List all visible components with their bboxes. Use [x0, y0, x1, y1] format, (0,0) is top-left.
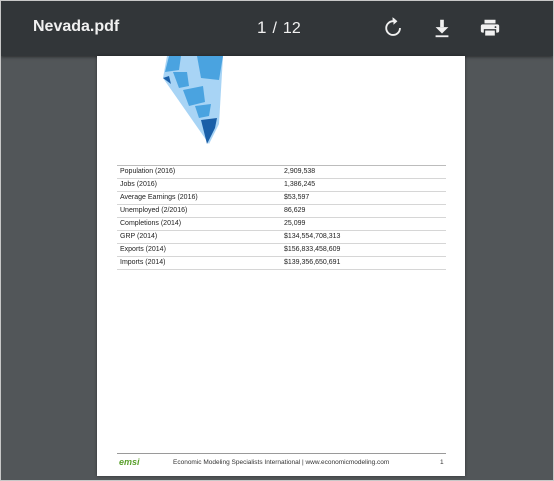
stat-value: 2,909,538	[284, 168, 316, 175]
stat-label: Completions (2014)	[120, 220, 182, 227]
stat-label: Imports (2014)	[120, 259, 166, 266]
footer-page-number: 1	[440, 459, 444, 466]
footer-divider	[117, 453, 446, 454]
stat-value: 25,099	[284, 220, 306, 227]
table-row: Completions (2014) 25,099	[117, 218, 446, 231]
print-button[interactable]	[479, 17, 501, 39]
page-indicator: 1 / 12	[257, 18, 301, 38]
rotate-button[interactable]	[382, 17, 404, 39]
stat-label: Average Earnings (2016)	[120, 194, 198, 201]
stat-value: $139,356,650,691	[284, 259, 341, 266]
rotate-icon	[385, 17, 401, 36]
stat-label: Population (2016)	[120, 168, 176, 175]
stat-value: $53,597	[284, 194, 310, 201]
current-page-number[interactable]: 1	[257, 18, 266, 37]
table-row: Imports (2014) $139,356,650,691	[117, 257, 446, 270]
stat-value: $156,833,458,609	[284, 246, 341, 253]
stat-value: $134,554,708,313	[284, 233, 341, 240]
table-row: Jobs (2016) 1,386,245	[117, 179, 446, 192]
stats-table: Population (2016) 2,909,538 Jobs (2016) 1,…	[117, 165, 446, 270]
toolbar: Nevada.pdf 1 / 12	[1, 1, 553, 56]
download-button[interactable]	[431, 17, 453, 39]
stat-label: Exports (2014)	[120, 246, 166, 253]
table-row: Average Earnings (2016) $53,597	[117, 192, 446, 205]
table-row: Population (2016) 2,909,538	[117, 166, 446, 179]
table-row: GRP (2014) $134,554,708,313	[117, 231, 446, 244]
footer-text: Economic Modeling Specialists Internatio…	[173, 459, 390, 466]
pdf-viewer: Nevada.pdf 1 / 12 Population (2016) 2,909,…	[0, 0, 554, 481]
stat-label: GRP (2014)	[120, 233, 158, 240]
stat-label: Jobs (2016)	[120, 181, 157, 188]
stat-label: Unemployed (2/2016)	[120, 207, 188, 214]
print-icon	[480, 19, 500, 37]
stat-value: 86,629	[284, 207, 306, 214]
total-pages: 12	[282, 20, 301, 37]
table-row: Exports (2014) $156,833,458,609	[117, 244, 446, 257]
stat-value: 1,386,245	[284, 181, 316, 188]
table-row: Unemployed (2/2016) 86,629	[117, 205, 446, 218]
pdf-page: Population (2016) 2,909,538 Jobs (2016) 1,…	[97, 56, 465, 476]
download-icon	[435, 19, 449, 38]
nevada-map	[163, 56, 223, 144]
document-title: Nevada.pdf	[33, 18, 120, 35]
page-separator: /	[272, 20, 277, 37]
emsi-logo: emsi	[119, 457, 140, 467]
